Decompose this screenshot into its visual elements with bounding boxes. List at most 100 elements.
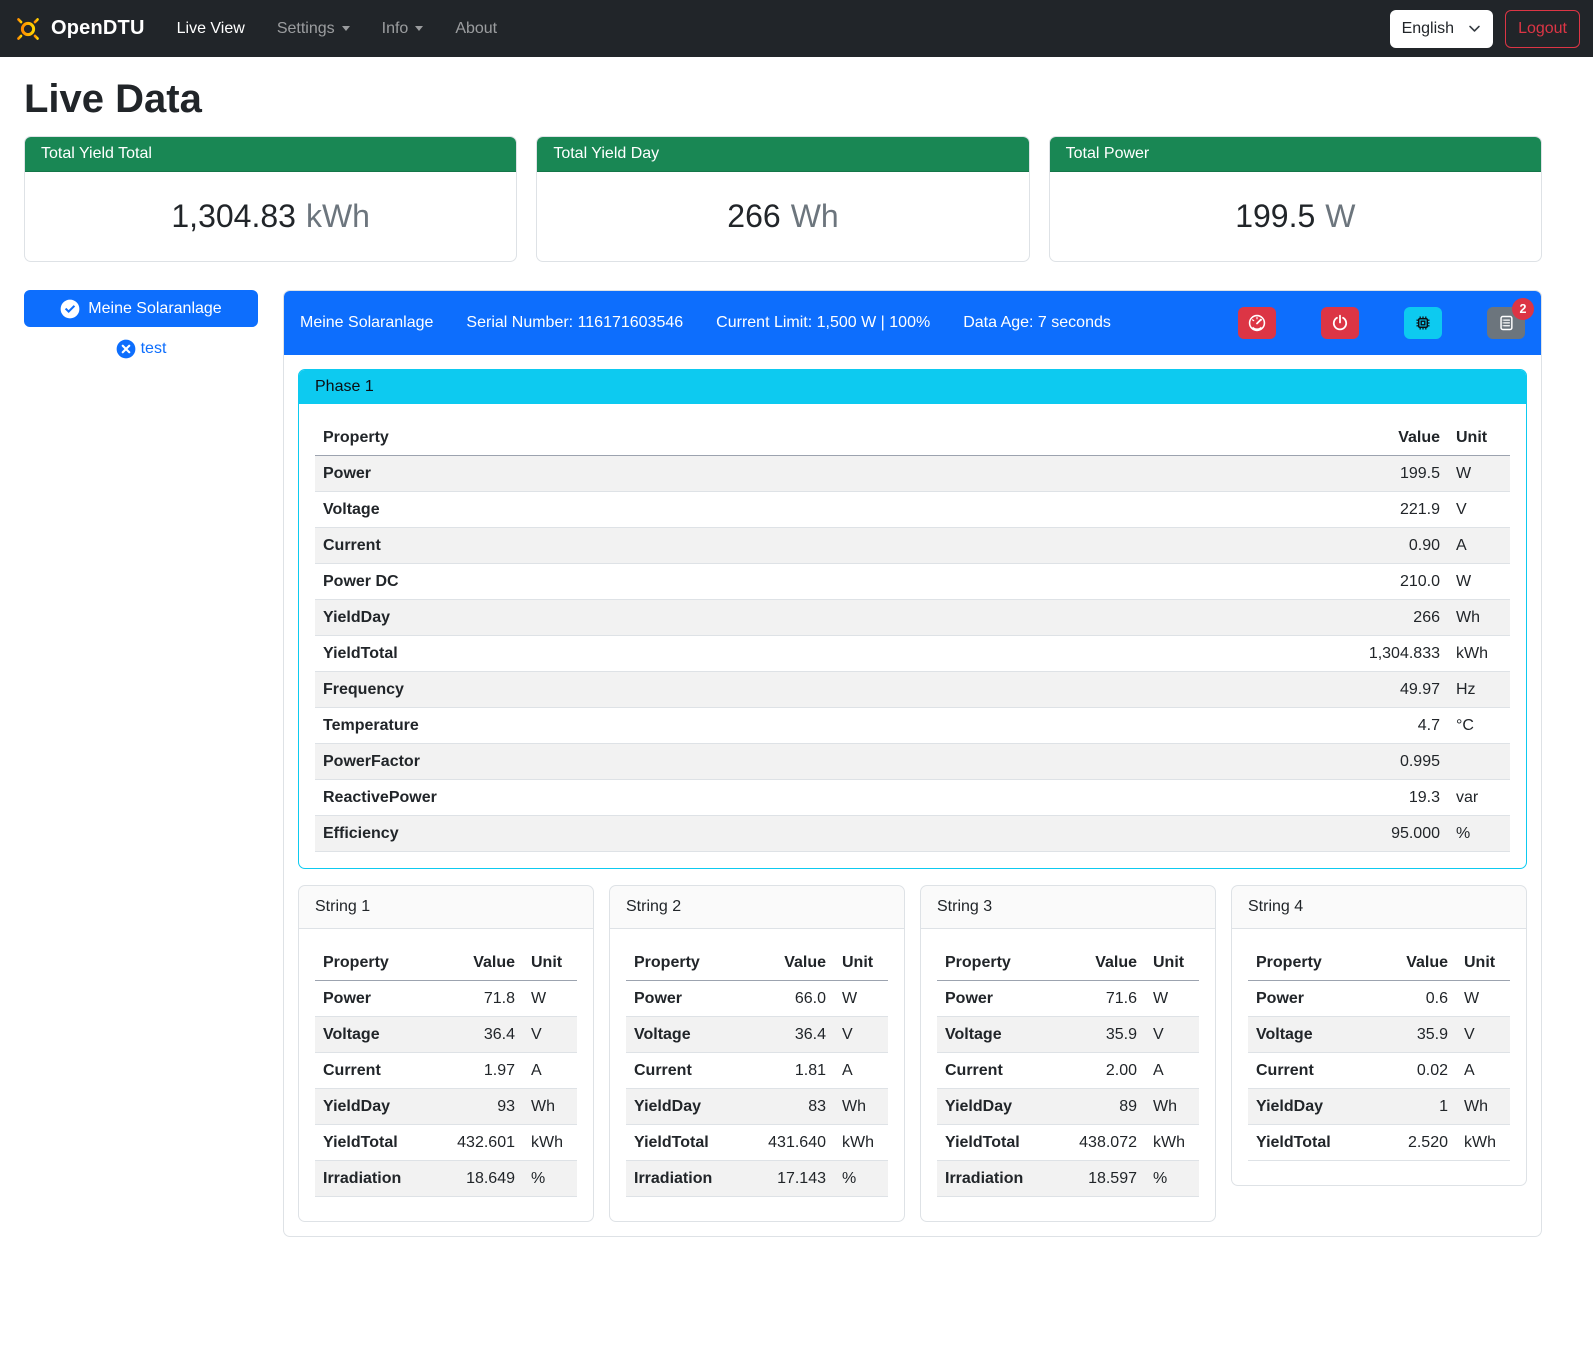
cell-val: 35.9 — [1063, 1017, 1145, 1053]
string-table-body: Power71.6WVoltage35.9VCurrent2.00AYieldD… — [937, 981, 1199, 1197]
phase-panel: Phase 1 Property Value Unit Power199.5WV… — [298, 369, 1527, 869]
table-row: YieldDay89Wh — [937, 1089, 1199, 1125]
cell-prop: Voltage — [1248, 1017, 1374, 1053]
summary-unit: kWh — [306, 198, 370, 234]
phase-table-body: Power199.5WVoltage221.9VCurrent0.90APowe… — [315, 456, 1510, 852]
cell-val: 431.640 — [752, 1125, 834, 1161]
cell-val: 17.143 — [752, 1161, 834, 1197]
cell-val: 0.6 — [1374, 981, 1456, 1017]
x-circle-icon — [116, 339, 136, 359]
nav-live-view[interactable]: Live View — [161, 12, 261, 46]
summary-card-title: Total Power — [1050, 137, 1541, 172]
inverter-panel: Meine Solaranlage Serial Number: 1161716… — [283, 290, 1542, 1237]
table-row: Power66.0W — [626, 981, 888, 1017]
cell-unit: % — [1448, 816, 1510, 852]
table-row: Irradiation18.649% — [315, 1161, 577, 1197]
table-row: Power DC210.0W — [315, 564, 1510, 600]
phase-table: Property Value Unit Power199.5WVoltage22… — [315, 420, 1510, 852]
string-table: Property Value Unit Power0.6W Voltage35.9… — [1248, 945, 1510, 1161]
cell-prop: Current — [1248, 1053, 1374, 1089]
phase-table-head: Property Value Unit — [315, 420, 1510, 456]
cell-unit: W — [1448, 456, 1510, 492]
table-row: Current1.81A — [626, 1053, 888, 1089]
cell-val: 36.4 — [752, 1017, 834, 1053]
cell-prop: YieldDay — [1248, 1089, 1374, 1125]
cell-prop: ReactivePower — [315, 780, 1328, 816]
cell-unit: W — [1145, 981, 1199, 1017]
cell-prop: YieldDay — [315, 1089, 441, 1125]
event-log-button[interactable]: 2 — [1487, 307, 1525, 339]
power-button[interactable] — [1321, 307, 1359, 339]
cell-val: 1.97 — [441, 1053, 523, 1089]
column-header-value: Value — [1328, 420, 1448, 456]
cell-unit: W — [523, 981, 577, 1017]
page-container: Live Data Total Yield Total 1,304.83kWh … — [24, 77, 1542, 1265]
cell-unit: V — [1448, 492, 1510, 528]
cell-unit: W — [834, 981, 888, 1017]
cell-unit: W — [1456, 981, 1510, 1017]
brand-label: OpenDTU — [51, 17, 145, 40]
nav-info-label: Info — [382, 20, 409, 38]
table-row: Current1.97A — [315, 1053, 577, 1089]
cell-val: 19.3 — [1328, 780, 1448, 816]
table-row: Irradiation17.143% — [626, 1161, 888, 1197]
inverter-select-button[interactable]: Meine Solaranlage — [24, 290, 258, 327]
main-nav: Live View Settings Info About — [161, 12, 514, 46]
brand[interactable]: OpenDTU — [13, 14, 145, 44]
limit-settings-button[interactable] — [1238, 307, 1276, 339]
string-body: Property Value Unit Power66.0WVoltage36.… — [610, 929, 904, 1221]
nav-settings[interactable]: Settings — [261, 12, 366, 46]
table-row: YieldDay83Wh — [626, 1089, 888, 1125]
table-row: Current0.90A — [315, 528, 1510, 564]
phase-body: Property Value Unit Power199.5WVoltage22… — [299, 404, 1526, 868]
logout-button[interactable]: Logout — [1505, 10, 1580, 48]
cell-val: 36.4 — [441, 1017, 523, 1053]
column-header-value: Value — [752, 945, 834, 981]
inverter-select-label: Meine Solaranlage — [88, 300, 221, 318]
table-row: Power199.5W — [315, 456, 1510, 492]
header-row: Property Value Unit — [1248, 945, 1510, 981]
string-table-head: Property Value Unit — [315, 945, 577, 981]
column-header-property: Property — [1248, 945, 1374, 981]
chevron-down-icon — [415, 26, 423, 31]
language-select[interactable]: English — [1390, 10, 1493, 48]
table-row: Power71.8W — [315, 981, 577, 1017]
summary-unit: Wh — [791, 198, 839, 234]
nav-settings-label: Settings — [277, 20, 335, 38]
string-table-head: Property Value Unit — [626, 945, 888, 981]
inverter-header: Meine Solaranlage Serial Number: 1161716… — [284, 291, 1541, 355]
nav-about[interactable]: About — [439, 12, 513, 46]
cell-val: 35.9 — [1374, 1017, 1456, 1053]
cell-val: 71.6 — [1063, 981, 1145, 1017]
table-row: ReactivePower19.3var — [315, 780, 1510, 816]
cpu-icon — [1414, 314, 1432, 332]
string-table-head: Property Value Unit — [937, 945, 1199, 981]
inverter-name: Meine Solaranlage — [300, 314, 433, 332]
summary-card-title: Total Yield Day — [537, 137, 1028, 172]
table-row: Power71.6W — [937, 981, 1199, 1017]
power-icon — [1331, 314, 1349, 332]
summary-value: 199.5 — [1235, 198, 1315, 234]
nav-info[interactable]: Info — [366, 12, 440, 46]
cell-prop: Temperature — [315, 708, 1328, 744]
table-row: YieldTotal432.601kWh — [315, 1125, 577, 1161]
cell-unit: kWh — [834, 1125, 888, 1161]
summary-card-body: 199.5W — [1050, 172, 1541, 261]
string-body: Property Value Unit Power71.6WVoltage35.… — [921, 929, 1215, 1221]
cell-val: 266 — [1328, 600, 1448, 636]
cell-unit: kWh — [1448, 636, 1510, 672]
cell-prop: Power — [1248, 981, 1374, 1017]
cell-unit: var — [1448, 780, 1510, 816]
phase-title: Phase 1 — [299, 370, 1526, 404]
event-count-badge: 2 — [1512, 298, 1534, 320]
table-row: Voltage36.4V — [315, 1017, 577, 1053]
cell-prop: YieldDay — [315, 600, 1328, 636]
inverter-link-test[interactable]: test — [24, 339, 258, 359]
cell-prop: Current — [315, 1053, 441, 1089]
column-header-value: Value — [1374, 945, 1456, 981]
language-select-value: English — [1402, 20, 1454, 38]
summary-card-body: 1,304.83kWh — [25, 172, 516, 261]
summary-card-title: Total Yield Total — [25, 137, 516, 172]
cell-prop: Frequency — [315, 672, 1328, 708]
device-info-button[interactable] — [1404, 307, 1442, 339]
